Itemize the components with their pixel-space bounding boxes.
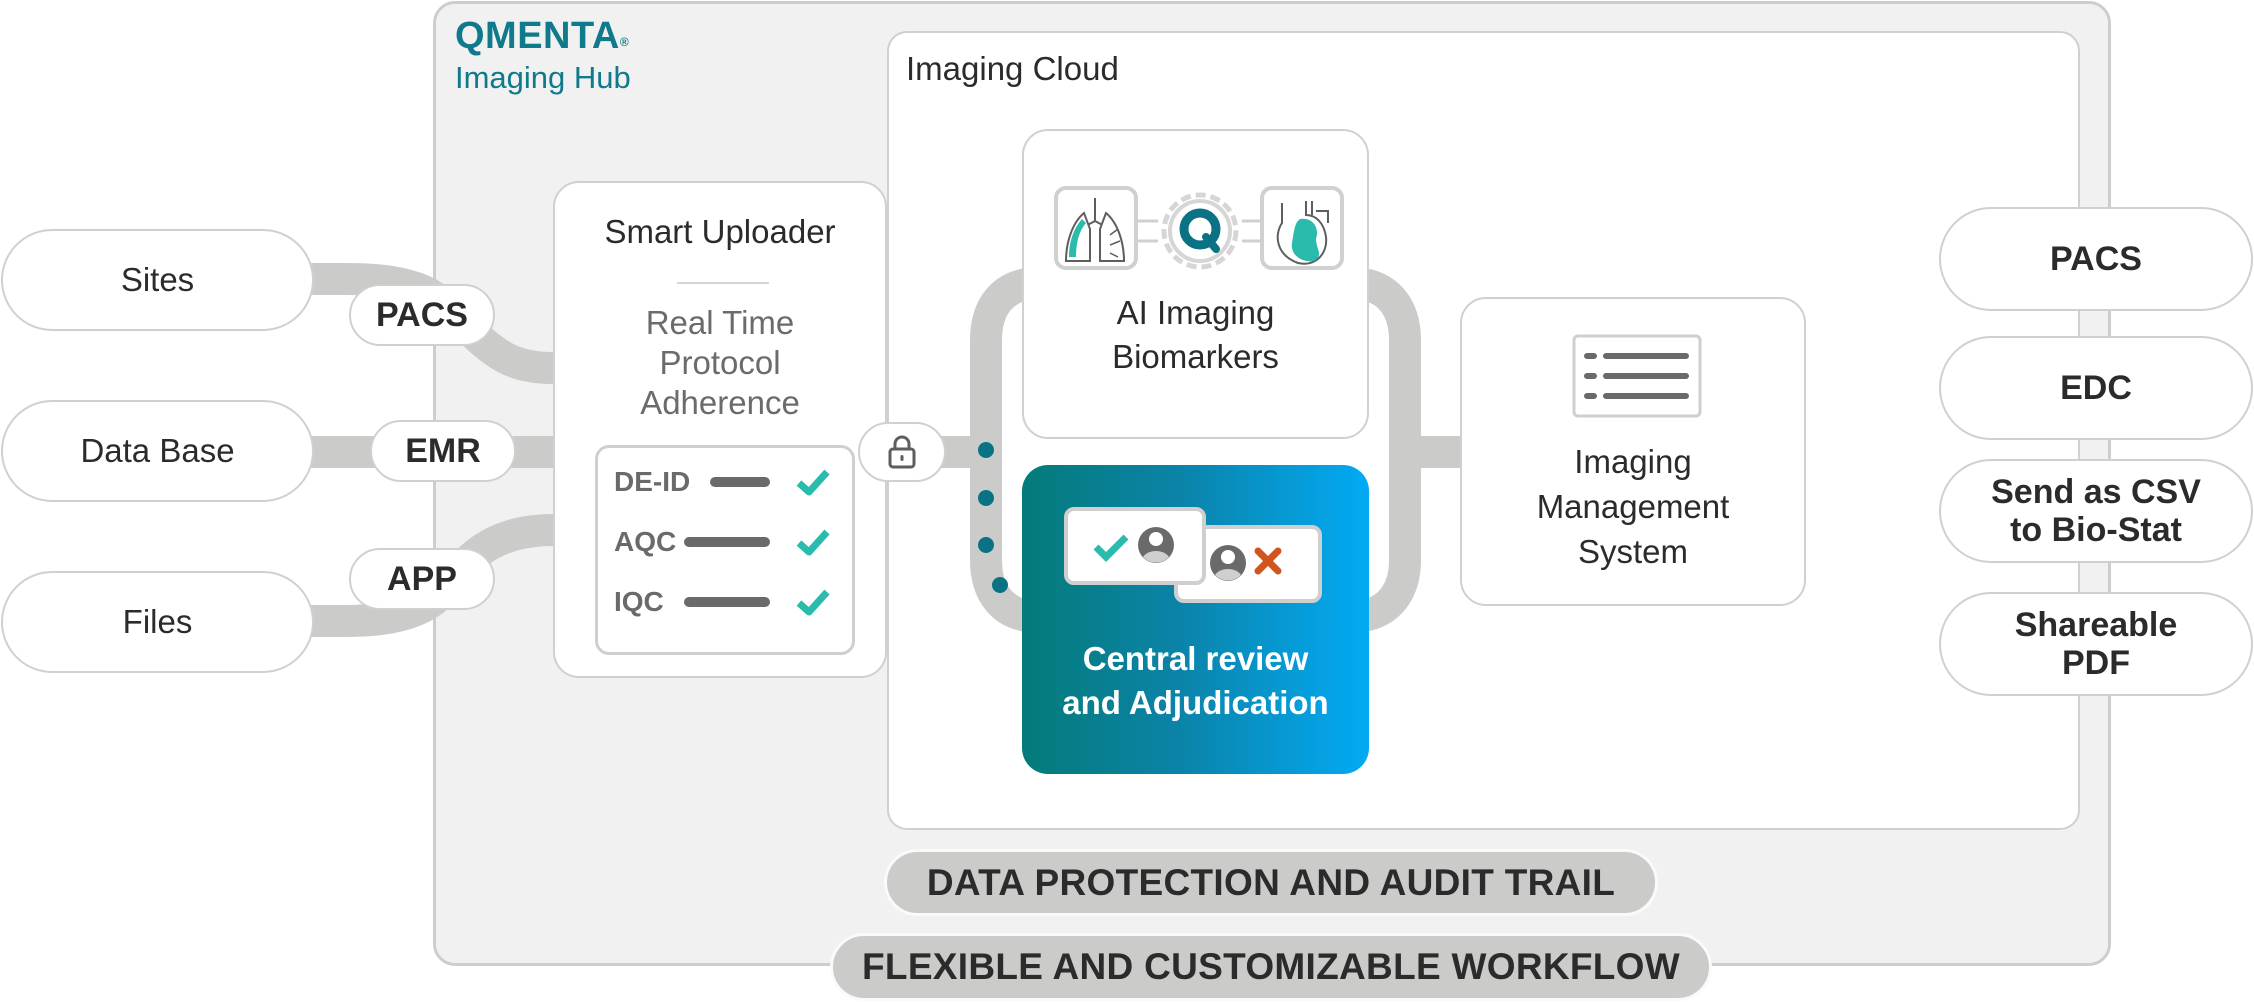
title-line: and Adjudication bbox=[1062, 684, 1329, 721]
lungs-icon bbox=[1054, 186, 1138, 270]
source-database[interactable]: Data Base bbox=[1, 400, 314, 502]
channel-emr[interactable]: EMR bbox=[370, 420, 516, 482]
check-label: AQC bbox=[614, 526, 677, 557]
source-label: Sites bbox=[120, 261, 195, 298]
source-sites[interactable]: Sites bbox=[1, 229, 314, 331]
divider bbox=[677, 282, 769, 284]
gear-q-icon bbox=[1161, 192, 1239, 270]
registered-mark: ® bbox=[619, 35, 630, 49]
source-label: Data Base bbox=[80, 432, 235, 469]
output-edc[interactable]: EDC bbox=[1939, 336, 2253, 440]
secure-transfer-node[interactable] bbox=[858, 422, 946, 482]
banner-data-protection: DATA PROTECTION AND AUDIT TRAIL bbox=[884, 849, 1658, 916]
check-row-iqc: IQC bbox=[614, 582, 838, 622]
check-icon bbox=[796, 589, 830, 616]
output-label: PACS bbox=[2050, 240, 2142, 278]
heart-icon bbox=[1260, 186, 1344, 270]
title-line: Management bbox=[1536, 488, 1730, 525]
channel-label: EMR bbox=[405, 431, 481, 470]
protocol-checklist: DE-ID AQC IQC bbox=[595, 445, 855, 655]
reviewer-avatar-icon bbox=[1138, 527, 1174, 563]
output-label: Shareable bbox=[2014, 606, 2178, 644]
ims-title: Imaging Management System bbox=[1462, 439, 1804, 574]
subtitle-line: Protocol bbox=[659, 344, 781, 381]
check-label: DE-ID bbox=[614, 466, 691, 497]
banner-label: FLEXIBLE AND CUSTOMIZABLE WORKFLOW bbox=[862, 946, 1680, 987]
output-pacs[interactable]: PACS bbox=[1939, 207, 2253, 311]
review-icon-group bbox=[1064, 507, 1322, 603]
brand-logo: QMENTA® bbox=[455, 14, 631, 58]
progress-bar bbox=[710, 477, 770, 487]
smart-uploader-title: Smart Uploader bbox=[604, 213, 836, 250]
channel-app[interactable]: APP bbox=[349, 548, 495, 610]
brand-name: QMENTA bbox=[455, 15, 620, 57]
check-label: IQC bbox=[614, 586, 664, 617]
ai-icon-group bbox=[1054, 186, 1344, 270]
smart-uploader-card[interactable]: Smart Uploader Real Time Protocol Adhere… bbox=[553, 181, 887, 678]
central-review-title: Central review and Adjudication bbox=[1022, 637, 1369, 725]
check-row-aqc: AQC bbox=[614, 522, 838, 562]
subtitle-line: Real Time bbox=[645, 304, 795, 341]
banner-label: DATA PROTECTION AND AUDIT TRAIL bbox=[926, 861, 1616, 903]
imaging-cloud-title: Imaging Cloud bbox=[906, 50, 1119, 87]
ai-biomarkers-title: AI Imaging Biomarkers bbox=[1024, 291, 1367, 379]
ims-card[interactable]: Imaging Management System bbox=[1460, 297, 1806, 606]
check-icon bbox=[796, 469, 830, 496]
smart-uploader-subtitle: Real Time Protocol Adherence bbox=[555, 303, 885, 423]
check-row-deid: DE-ID bbox=[614, 462, 838, 502]
banner-flexible-workflow: FLEXIBLE AND CUSTOMIZABLE WORKFLOW bbox=[830, 933, 1712, 1001]
progress-bar bbox=[684, 597, 770, 607]
central-review-card[interactable]: Central review and Adjudication bbox=[1022, 465, 1369, 774]
title-line: AI Imaging bbox=[1116, 294, 1275, 331]
output-shareable-pdf[interactable]: Shareable PDF bbox=[1939, 592, 2253, 696]
output-label: PDF bbox=[2062, 644, 2130, 682]
output-label: to Bio-Stat bbox=[2010, 511, 2182, 549]
lock-icon bbox=[888, 435, 916, 469]
channel-pacs[interactable]: PACS bbox=[349, 284, 495, 346]
reviewer-card-front bbox=[1064, 507, 1206, 585]
check-icon bbox=[796, 529, 830, 556]
source-label: Files bbox=[122, 603, 193, 640]
title-line: System bbox=[1577, 533, 1689, 570]
brand-block: QMENTA® Imaging Hub bbox=[455, 14, 631, 96]
title-line: Central review bbox=[1082, 640, 1309, 677]
output-label: EDC bbox=[2060, 369, 2132, 407]
list-document-icon bbox=[1572, 334, 1702, 418]
product-name: Imaging Hub bbox=[455, 60, 631, 95]
title-line: Imaging bbox=[1574, 443, 1692, 480]
channel-label: APP bbox=[387, 559, 457, 598]
output-label: Send as CSV bbox=[1991, 473, 2201, 511]
progress-bar bbox=[684, 537, 770, 547]
reviewer-avatar-icon bbox=[1210, 545, 1246, 581]
title-line: Biomarkers bbox=[1112, 338, 1279, 375]
output-csv-biostat[interactable]: Send as CSV to Bio-Stat bbox=[1939, 459, 2253, 563]
source-files[interactable]: Files bbox=[1, 571, 314, 673]
ai-biomarkers-card[interactable]: AI Imaging Biomarkers bbox=[1022, 129, 1369, 439]
subtitle-line: Adherence bbox=[640, 384, 800, 421]
channel-label: PACS bbox=[376, 295, 468, 334]
